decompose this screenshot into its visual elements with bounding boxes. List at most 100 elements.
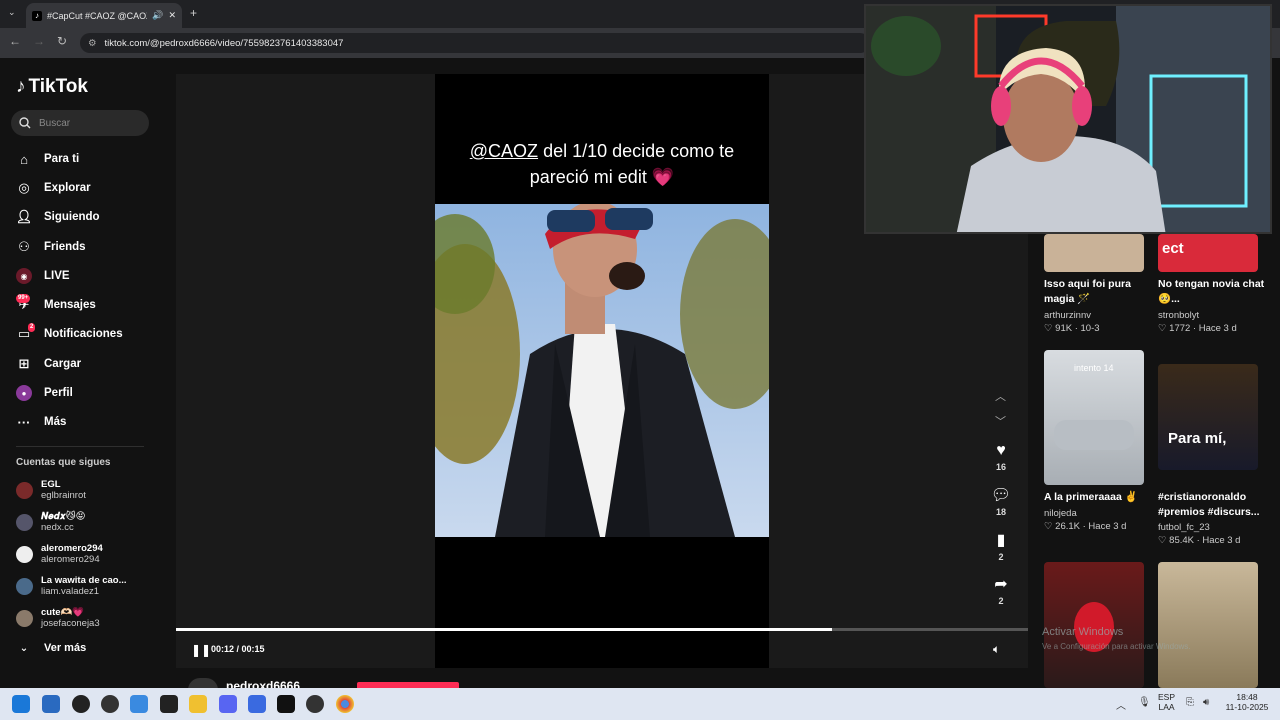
video-time: 00:12 / 00:15: [211, 644, 265, 654]
related-thumbnail[interactable]: ect: [1158, 234, 1258, 272]
back-icon[interactable]: ←: [9, 34, 21, 48]
tab-close-icon[interactable]: ✕: [168, 10, 176, 21]
following-accounts-title: Cuentas que sigues: [16, 457, 111, 468]
related-thumbnail[interactable]: [1044, 234, 1144, 272]
related-title[interactable]: No tengan novia chat 🥺...: [1158, 277, 1268, 307]
caption-mention[interactable]: @CAOZ: [470, 141, 538, 161]
like-button[interactable]: ♥ 16: [990, 442, 1012, 472]
nav-profile[interactable]: ● Perfil: [16, 384, 73, 402]
search-placeholder: Buscar: [39, 117, 71, 129]
app-icon[interactable]: [248, 695, 266, 713]
compass-icon: ◎: [18, 180, 30, 195]
account-handle: aleromero294: [41, 554, 100, 565]
tab-list-icon[interactable]: ⌄: [8, 7, 16, 18]
share-icon: ➦: [994, 576, 1008, 593]
related-thumbnail[interactable]: Para mí,: [1158, 364, 1258, 470]
following-account[interactable]: EGL eglbrainrot: [16, 479, 86, 501]
forward-icon[interactable]: →: [33, 34, 45, 48]
thumbnail-text: Para mí,: [1168, 430, 1227, 447]
nav-for-you[interactable]: ⌂ Para ti: [16, 150, 79, 168]
more-icon: ···: [17, 414, 31, 430]
following-account[interactable]: La wawita de cao... liam.valadez1: [16, 575, 127, 597]
tiktok-app-icon[interactable]: [277, 695, 295, 713]
nav-following[interactable]: 👤︎ Siguiendo: [16, 208, 100, 226]
related-stats: ♡ 85.4K · Hace 3 d: [1158, 535, 1241, 546]
nav-more[interactable]: ··· Más: [16, 413, 67, 431]
caption-line2: pareció mi edit 💗: [529, 167, 675, 187]
search-input[interactable]: Buscar: [11, 110, 149, 136]
browser-tab[interactable]: ♪ #CapCut #CAOZ @CAOZ # 🔊 ✕: [26, 3, 182, 28]
app-g-icon[interactable]: [72, 695, 90, 713]
chrome-icon[interactable]: [336, 695, 354, 713]
tab-audio-icon[interactable]: 🔊: [152, 10, 163, 21]
pause-icon[interactable]: ❚❚: [191, 643, 211, 657]
nav-label: Cargar: [44, 358, 82, 370]
nav-friends[interactable]: ⚇ Friends: [16, 238, 85, 256]
nav-upload[interactable]: ⊞ Cargar: [16, 355, 82, 373]
avatar: [16, 545, 33, 563]
windows-start-icon[interactable]: [12, 695, 30, 713]
see-more-label: Ver más: [44, 642, 87, 654]
account-name: La wawita de cao...: [41, 575, 127, 586]
related-thumbnail[interactable]: [1158, 562, 1258, 688]
brand-name: TikTok: [28, 76, 88, 97]
site-info-icon[interactable]: ⚙: [88, 38, 97, 49]
related-author[interactable]: nilojeda: [1044, 508, 1077, 519]
nav-live[interactable]: ◉ LIVE: [16, 267, 70, 285]
video-caption-overlay: @CAOZ del 1/10 decide como te pareció mi…: [435, 138, 769, 190]
file-explorer-icon[interactable]: [189, 695, 207, 713]
home-icon: ⌂: [20, 151, 28, 167]
account-name: 𝑵𝒆𝒅𝒙😼😝: [41, 511, 86, 522]
heart-icon: ♥: [996, 442, 1006, 459]
nav-label: Mensajes: [44, 299, 96, 311]
next-video-icon[interactable]: ﹀: [995, 413, 1006, 429]
clock-time: 18:48: [1236, 692, 1258, 702]
app-icon[interactable]: [101, 695, 119, 713]
microphone-icon[interactable]: 🎙︎: [1138, 697, 1151, 708]
bookmark-icon: ▮: [996, 532, 1006, 549]
network-icon[interactable]: ⎘: [1186, 697, 1194, 708]
nav-label: Para ti: [44, 153, 80, 165]
related-thumbnail[interactable]: intento 14: [1044, 350, 1144, 485]
like-count: 16: [995, 462, 1006, 472]
discord-icon[interactable]: [219, 695, 237, 713]
related-title[interactable]: Isso aqui foi pura magia 🪄: [1044, 277, 1154, 307]
windows-activation-subtext: Ve a Configuración para activar Windows.: [1042, 642, 1191, 651]
caption-line1: del 1/10 decide como te: [538, 141, 735, 161]
task-view-icon[interactable]: [42, 695, 60, 713]
previous-video-icon[interactable]: ︿: [995, 388, 1006, 404]
clock[interactable]: 18:48 11-10-2025: [1222, 692, 1272, 712]
following-account[interactable]: cute🫶🏻💗 josefaconeja3: [16, 607, 100, 629]
app-icon[interactable]: [130, 695, 148, 713]
user-follow-icon: 👤︎: [15, 209, 33, 224]
address-bar[interactable]: ⚙ tiktok.com/@pedroxd6666/video/75598237…: [80, 33, 870, 53]
save-button[interactable]: ▮ 2: [990, 530, 1012, 562]
related-thumbnail[interactable]: [1044, 562, 1144, 688]
video-progress-fill: [176, 628, 833, 631]
tray-chevron-icon[interactable]: ︿: [1116, 697, 1126, 712]
following-account[interactable]: 𝑵𝒆𝒅𝒙😼😝 nedx.cc: [16, 511, 86, 533]
share-button[interactable]: ➦ 2: [990, 574, 1012, 606]
related-author[interactable]: futbol_fc_23: [1158, 522, 1210, 533]
related-title[interactable]: A la primeraaaa ✌️: [1044, 490, 1154, 505]
language-indicator[interactable]: ESP LAA: [1158, 692, 1175, 712]
related-author[interactable]: arthurzinnv: [1044, 310, 1091, 321]
related-title[interactable]: #cristianoronaldo #premios #discurs...: [1158, 490, 1273, 520]
related-author[interactable]: stronbolyt: [1158, 310, 1199, 321]
comment-button[interactable]: 💬︎ 18: [990, 485, 1012, 517]
reload-icon[interactable]: ↻: [57, 34, 67, 48]
account-name: cute🫶🏻💗: [41, 607, 85, 618]
speaker-icon[interactable]: 🔊︎: [1203, 697, 1209, 708]
volume-icon[interactable]: 🔈︎: [993, 642, 1000, 657]
nav-explore[interactable]: ◎ Explorar: [16, 179, 90, 197]
epic-games-icon[interactable]: [160, 695, 178, 713]
video-progress-bar[interactable]: [176, 628, 1028, 631]
app-icon[interactable]: [306, 695, 324, 713]
tiktok-note-icon: ♪: [16, 76, 26, 97]
new-tab-icon[interactable]: +: [190, 6, 197, 20]
following-account[interactable]: aleromero294 aleromero294: [16, 543, 103, 565]
see-more-button[interactable]: ⌄ Ver más: [16, 639, 86, 657]
account-name: aleromero294: [41, 543, 103, 554]
tiktok-logo[interactable]: ♪ TikTok: [16, 76, 88, 98]
nav-label: LIVE: [44, 270, 70, 282]
